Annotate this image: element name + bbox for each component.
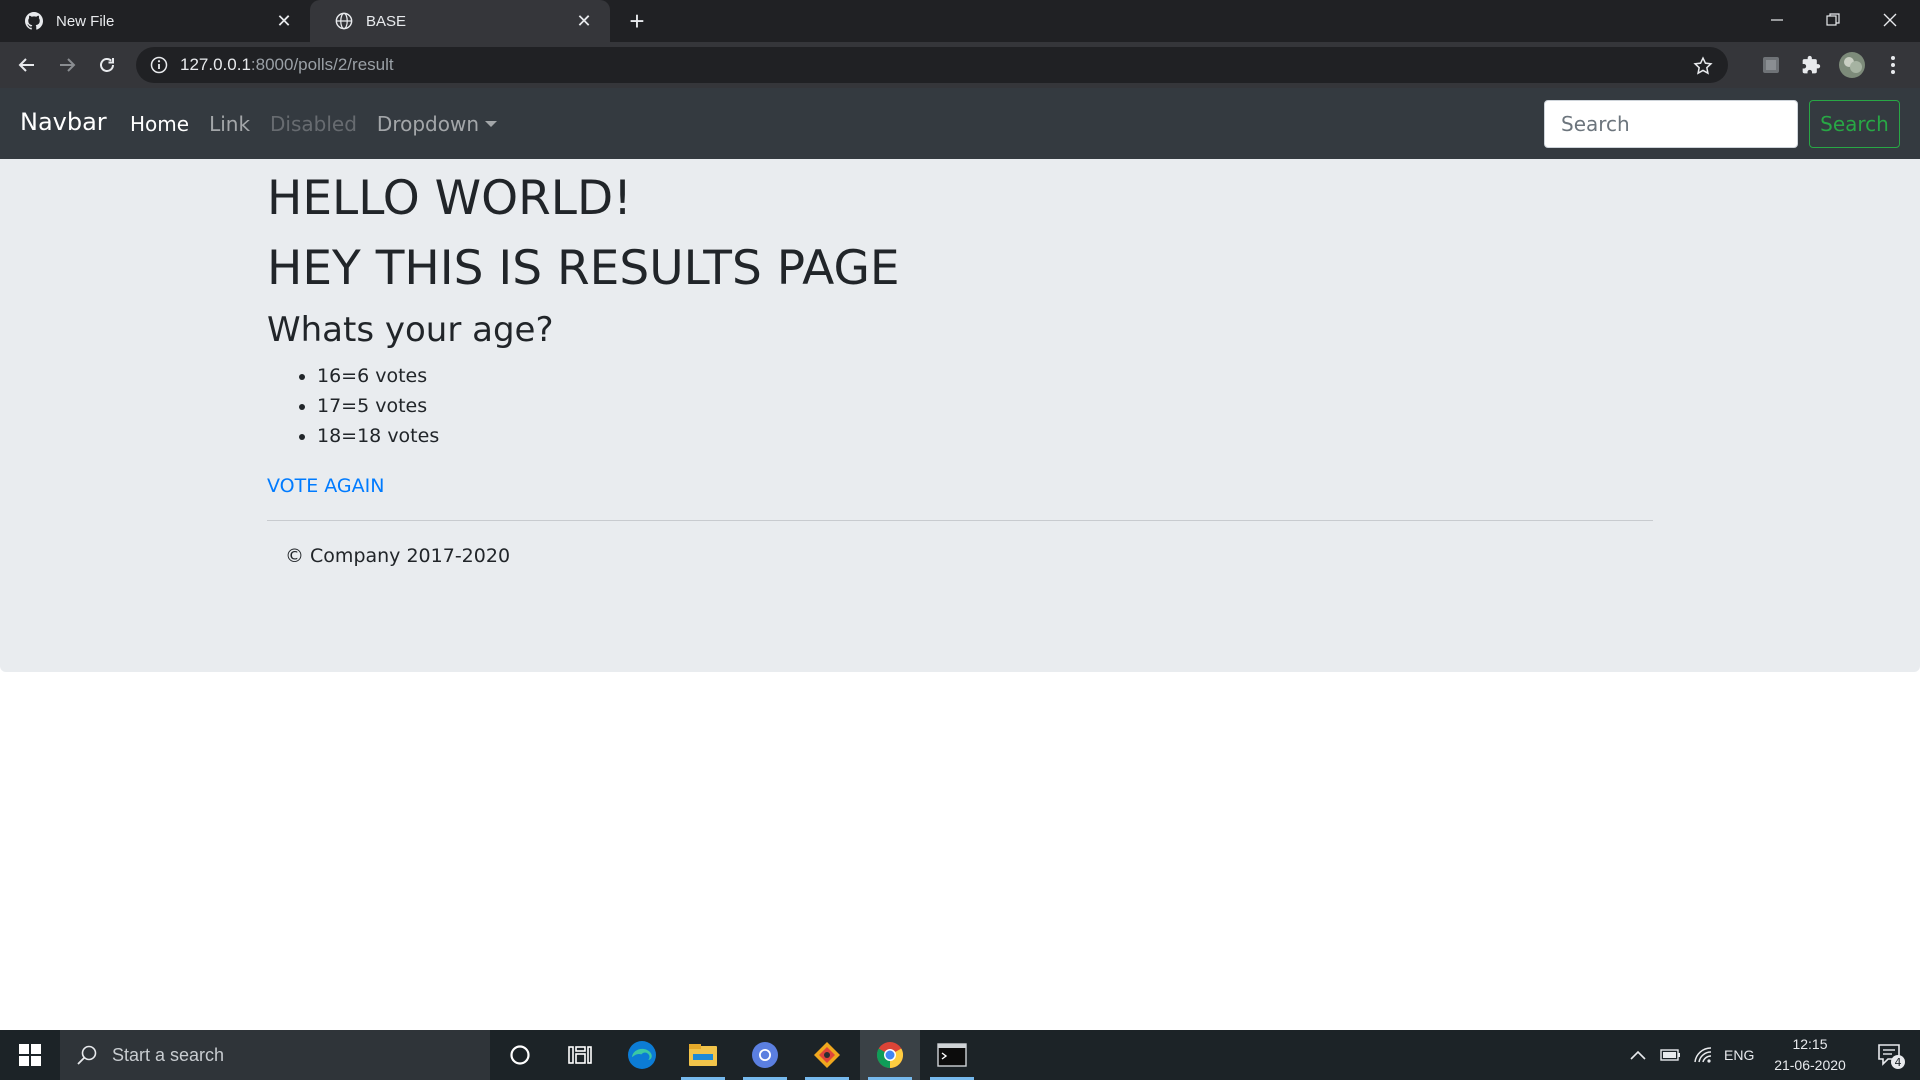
taskbar-search-box[interactable]: Start a search [60,1030,490,1080]
github-icon [24,11,44,31]
show-hidden-icons-chevron-icon[interactable] [1630,1030,1646,1080]
tab-base[interactable]: BASE ✕ [310,0,610,42]
results-heading: HEY THIS IS RESULTS PAGE [267,241,900,296]
taskbar-search-placeholder: Start a search [112,1044,225,1065]
browser-toolbar: 127.0.0.1:8000/polls/2/result [0,42,1920,88]
minimize-icon[interactable] [1749,0,1805,40]
new-tab-button[interactable]: + [622,6,652,36]
reload-icon[interactable] [91,49,123,81]
choice-result-item: 17=5 votes [317,391,439,421]
nav-links: Home Link Disabled Dropdown [130,112,517,136]
jumbotron: HELLO WORLD! HEY THIS IS RESULTS PAGE Wh… [0,159,1920,672]
cortana-icon[interactable] [490,1030,550,1080]
chrome-icon[interactable] [860,1030,920,1080]
question-heading: Whats your age? [267,310,554,350]
browser-menu-icon[interactable] [1877,49,1909,81]
extension-square-icon[interactable] [1755,49,1787,81]
choice-result-item: 16=6 votes [317,361,439,391]
taskbar-clock[interactable]: 12:15 21-06-2020 [1766,1034,1854,1076]
window-close-icon[interactable] [1862,0,1918,40]
search-button[interactable]: Search [1809,100,1900,148]
nav-item-home[interactable]: Home [130,112,189,136]
notification-count-badge: 4 [1895,1056,1902,1069]
address-bar[interactable]: 127.0.0.1:8000/polls/2/result [136,47,1728,83]
clock-date: 21-06-2020 [1774,1057,1846,1073]
task-view-icon[interactable] [550,1030,610,1080]
tab-close-icon[interactable]: ✕ [272,9,296,33]
git-app-icon[interactable] [797,1030,857,1080]
navbar-brand[interactable]: Navbar [20,108,107,136]
tab-title: New File [56,12,115,30]
site-navbar: Navbar Home Link Disabled Dropdown Searc… [0,88,1920,159]
choice-results-list: 16=6 votes 17=5 votes 18=18 votes [317,361,439,451]
edge-browser-icon[interactable] [612,1030,672,1080]
tab-title: BASE [366,12,407,30]
back-arrow-icon[interactable] [11,49,43,81]
notification-center-icon[interactable]: 4 [1862,1030,1920,1080]
url-path: :8000/polls/2/result [250,55,394,74]
vote-again-link[interactable]: VOTE AGAIN [267,475,384,497]
globe-icon [334,11,354,31]
search-input[interactable] [1544,100,1798,148]
hello-heading: HELLO WORLD! [267,171,633,226]
clock-time: 12:15 [1792,1036,1828,1052]
windows-taskbar: Start a search ENG 12:15 21-06-2020 4 [0,1030,1920,1080]
url-host: 127.0.0.1 [180,55,251,74]
search-icon [76,1044,98,1066]
page-viewport: Navbar Home Link Disabled Dropdown Searc… [0,88,1920,1030]
wifi-icon[interactable] [1693,1030,1713,1080]
chromium-icon[interactable] [735,1030,795,1080]
restore-icon[interactable] [1805,0,1861,40]
footer-copyright: © Company 2017-2020 [285,545,511,567]
extensions-puzzle-icon[interactable] [1795,49,1827,81]
profile-avatar[interactable] [1836,49,1868,81]
nav-item-disabled: Disabled [270,112,357,136]
windows-start-icon[interactable] [0,1030,60,1080]
tab-new-file[interactable]: New File ✕ [0,0,310,42]
browser-tabstrip: New File ✕ BASE ✕ + [0,0,1920,42]
file-explorer-icon[interactable] [673,1030,733,1080]
bookmark-star-icon[interactable] [1692,55,1714,77]
caret-down-icon [485,121,498,127]
forward-arrow-icon[interactable] [51,49,83,81]
battery-icon[interactable] [1660,1030,1682,1080]
site-info-icon[interactable] [150,56,168,74]
language-indicator[interactable]: ENG [1724,1030,1754,1080]
choice-result-item: 18=18 votes [317,421,439,451]
tab-close-icon[interactable]: ✕ [572,9,596,33]
nav-item-dropdown[interactable]: Dropdown [376,112,498,136]
nav-dropdown-label: Dropdown [376,112,480,136]
nav-item-link[interactable]: Link [209,112,250,136]
footer-divider [267,520,1653,521]
terminal-icon[interactable] [922,1030,982,1080]
